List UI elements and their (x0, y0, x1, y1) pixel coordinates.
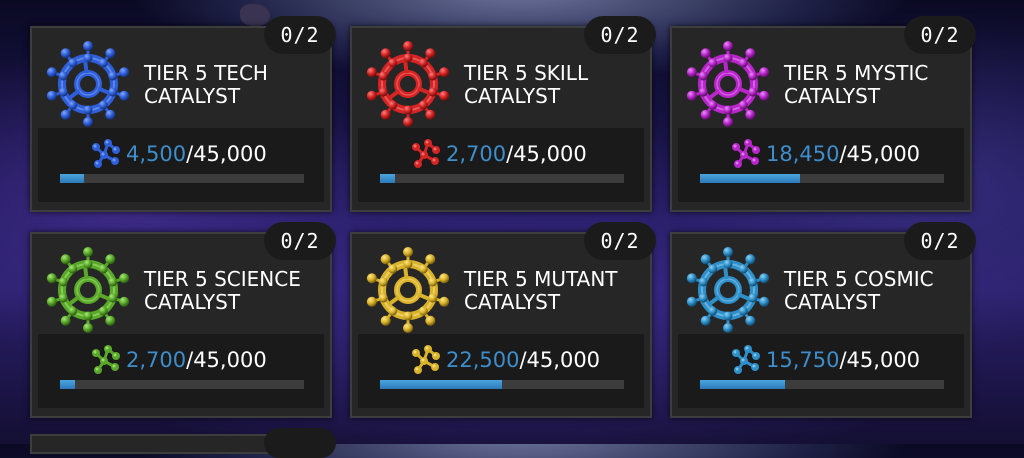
title-line-1: TIER 5 TECH (144, 61, 268, 85)
title-line-1: TIER 5 SKILL (464, 61, 589, 85)
progress-amount: 2,700/45,000 (126, 348, 267, 372)
progress-track (380, 380, 624, 389)
progress-fill (700, 174, 801, 183)
title-line-1: TIER 5 SCIENCE (144, 267, 301, 291)
science-catalyst-icon (46, 247, 130, 333)
progress-fill (60, 380, 75, 389)
title-line-1: TIER 5 COSMIC (784, 267, 934, 291)
progress-amount: 18,450/45,000 (766, 142, 920, 166)
title-line-1: TIER 5 MUTANT (464, 267, 618, 291)
progress-amount: 2,700/45,000 (446, 142, 587, 166)
card-title: TIER 5 MUTANT CATALYST (464, 268, 644, 314)
progress-panel: 15,750/45,000 (678, 334, 964, 408)
progress-fill (700, 380, 786, 389)
catalyst-card-science[interactable]: 0/2 TIER 5 SCIENCE CATALYST 2,700/45,000 (30, 222, 336, 418)
progress-fill (60, 174, 85, 183)
catalyst-card-mutant[interactable]: 0/2 TIER 5 MUTANT CATALYST 22,500/45,000 (350, 222, 656, 418)
card-title: TIER 5 TECH CATALYST (144, 62, 324, 108)
mystic-catalyst-icon (686, 41, 770, 127)
count-badge: 0/2 (584, 222, 656, 260)
catalyst-card-mystic[interactable]: 0/2 TIER 5 MYSTIC CATALYST 18,450/45,000 (670, 16, 976, 212)
progress-panel: 2,700/45,000 (358, 128, 644, 202)
total-amount: /45,000 (186, 142, 267, 166)
progress-panel: 2,700/45,000 (38, 334, 324, 408)
fragment-icon (732, 139, 760, 168)
catalyst-card-tech[interactable]: 0/2 TIER 5 TECH CATALYST 4,500/45,000 (30, 16, 336, 212)
total-amount: /45,000 (839, 348, 921, 372)
title-line-2: CATALYST (464, 84, 561, 108)
catalyst-card-cosmic[interactable]: 0/2 TIER 5 COSMIC CATALYST 15,750/45,000 (670, 222, 976, 418)
fragment-icon (412, 139, 440, 168)
title-line-2: CATALYST (784, 290, 881, 314)
fragment-icon (92, 345, 120, 374)
current-amount: 22,500 (446, 348, 520, 372)
next-card-partial[interactable] (30, 428, 336, 458)
title-line-2: CATALYST (784, 84, 881, 108)
current-amount: 2,700 (446, 142, 507, 166)
current-amount: 4,500 (126, 142, 187, 166)
progress-fill (380, 380, 502, 389)
current-amount: 15,750 (766, 348, 840, 372)
progress-amount: 15,750/45,000 (766, 348, 920, 372)
count-badge: 0/2 (584, 16, 656, 54)
total-amount: /45,000 (839, 142, 921, 166)
count-badge (264, 428, 336, 458)
mutant-catalyst-icon (366, 247, 450, 333)
current-amount: 18,450 (766, 142, 840, 166)
card-title: TIER 5 COSMIC CATALYST (784, 268, 964, 314)
progress-amount: 4,500/45,000 (126, 142, 267, 166)
planet-decoration (240, 4, 270, 26)
count-badge: 0/2 (264, 222, 336, 260)
progress-track (700, 174, 944, 183)
catalyst-card-skill[interactable]: 0/2 TIER 5 SKILL CATALYST 2,700/45,000 (350, 16, 656, 212)
card-title: TIER 5 SKILL CATALYST (464, 62, 644, 108)
count-badge: 0/2 (904, 222, 976, 260)
progress-track (60, 380, 304, 389)
total-amount: /45,000 (186, 348, 267, 372)
title-line-2: CATALYST (464, 290, 561, 314)
title-line-2: CATALYST (144, 290, 241, 314)
card-title: TIER 5 MYSTIC CATALYST (784, 62, 964, 108)
fragment-icon (412, 345, 440, 374)
progress-panel: 22,500/45,000 (358, 334, 644, 408)
progress-track (60, 174, 304, 183)
total-amount: /45,000 (519, 348, 601, 372)
progress-panel: 18,450/45,000 (678, 128, 964, 202)
progress-fill (380, 174, 395, 183)
title-line-1: TIER 5 MYSTIC (784, 61, 929, 85)
tech-catalyst-icon (46, 41, 130, 127)
skill-catalyst-icon (366, 41, 450, 127)
cosmic-catalyst-icon (686, 247, 770, 333)
progress-amount: 22,500/45,000 (446, 348, 600, 372)
title-line-2: CATALYST (144, 84, 241, 108)
progress-track (700, 380, 944, 389)
fragment-icon (92, 139, 120, 168)
progress-panel: 4,500/45,000 (38, 128, 324, 202)
count-badge: 0/2 (904, 16, 976, 54)
count-badge: 0/2 (264, 16, 336, 54)
fragment-icon (732, 345, 760, 374)
total-amount: /45,000 (506, 142, 587, 166)
card-title: TIER 5 SCIENCE CATALYST (144, 268, 324, 314)
progress-track (380, 174, 624, 183)
current-amount: 2,700 (126, 348, 187, 372)
